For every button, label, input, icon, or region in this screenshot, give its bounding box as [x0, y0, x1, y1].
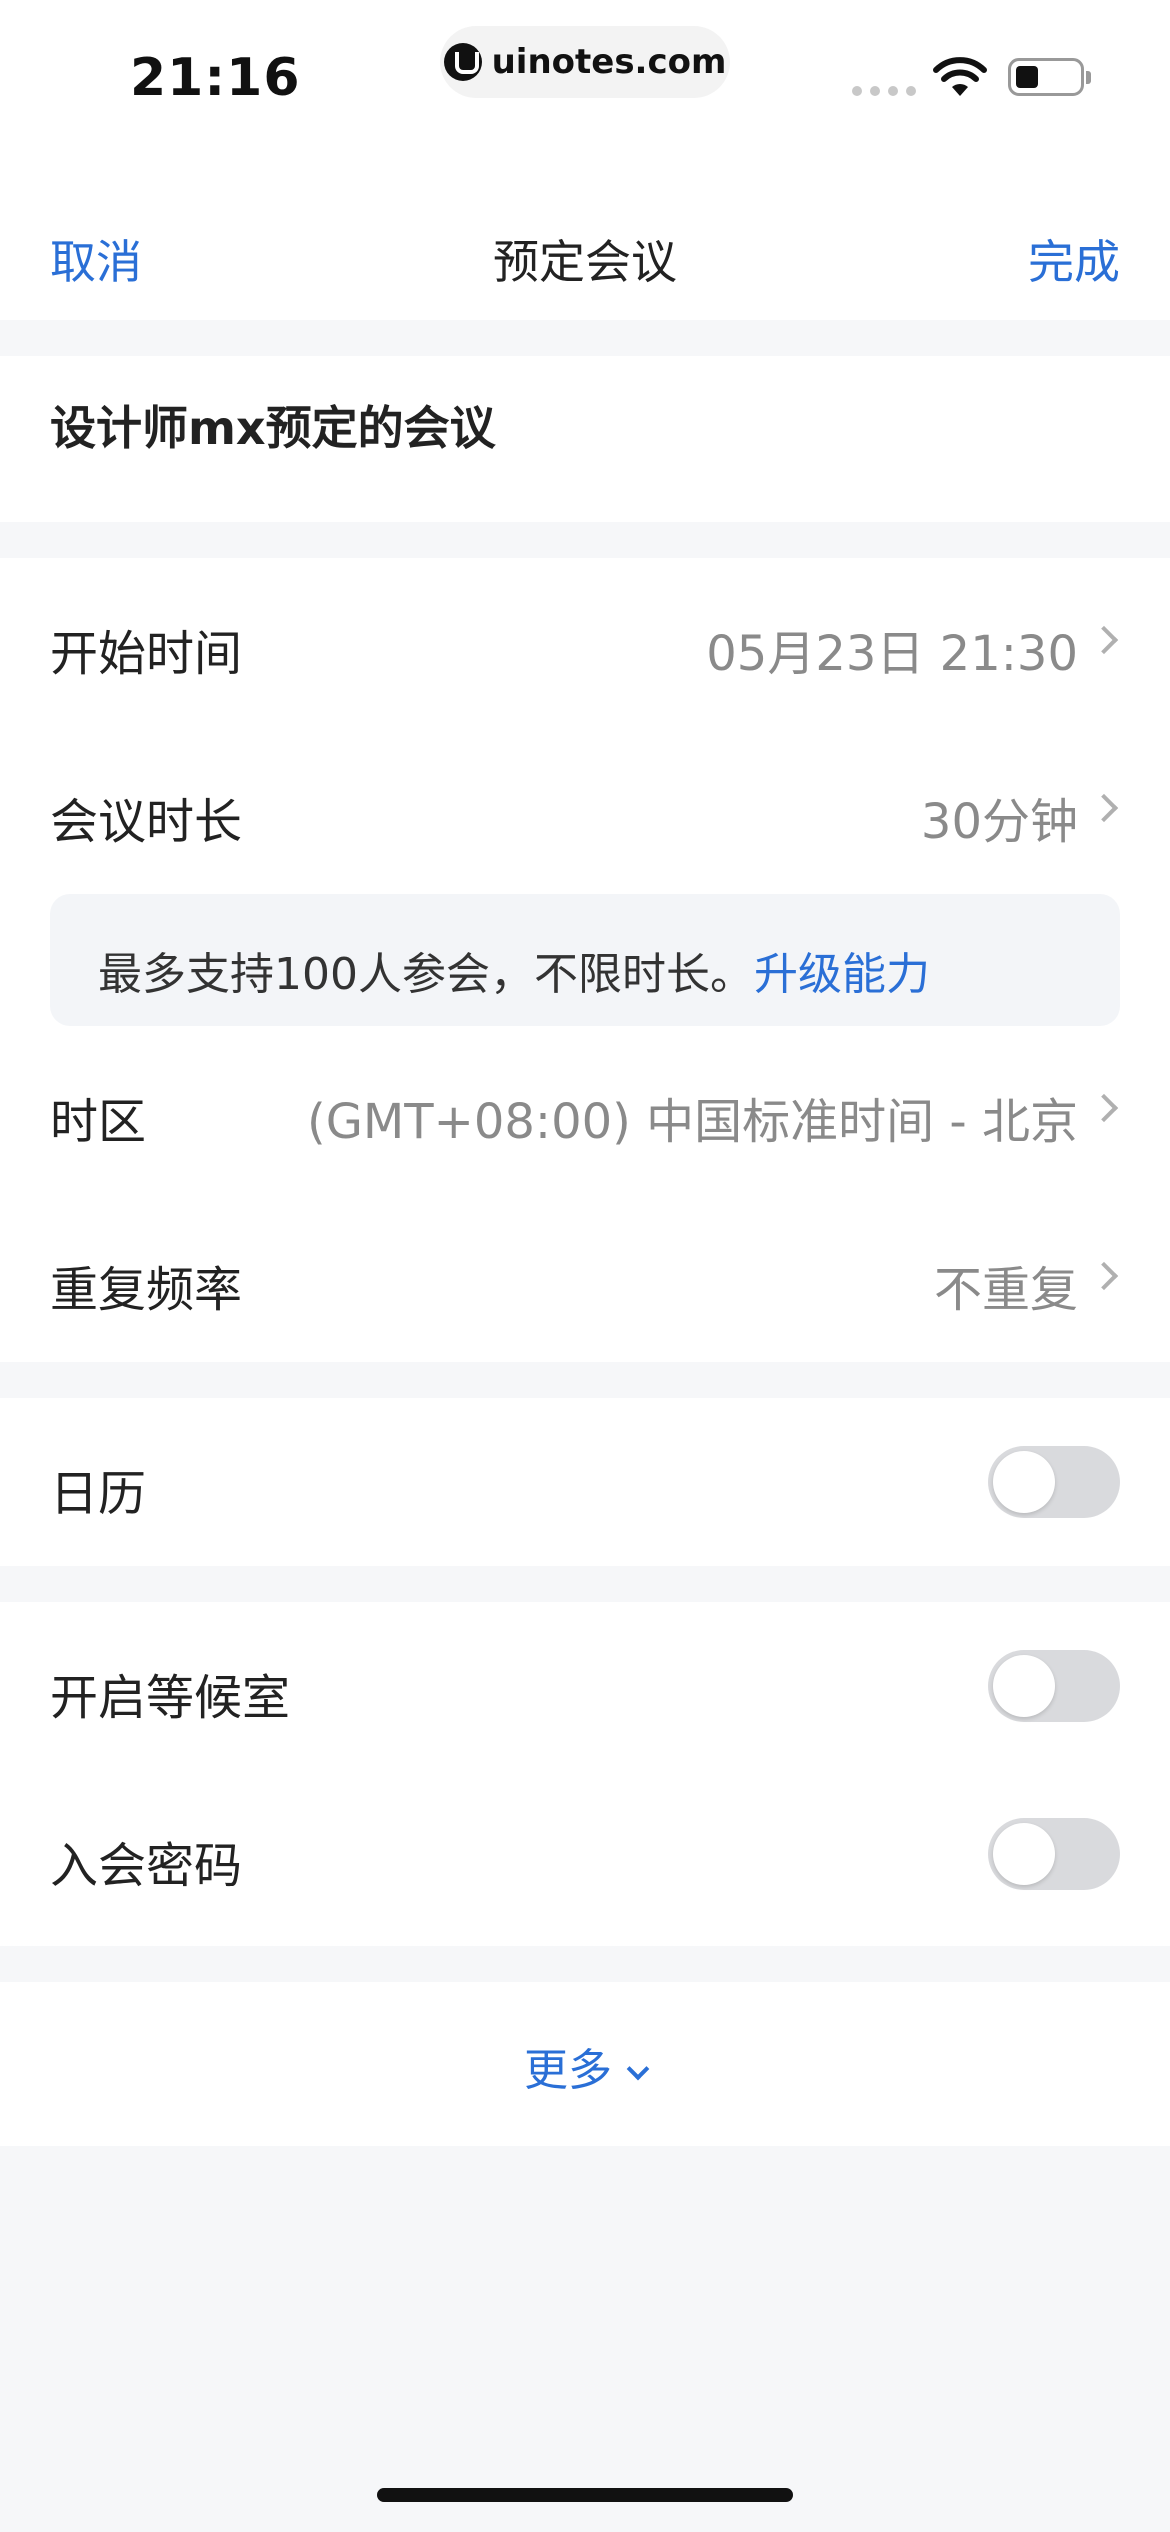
notice-box: 最多支持100人参会，不限时长。升级能力 — [50, 894, 1120, 1026]
meeting-title-input[interactable]: 设计师mx预定的会议 — [50, 392, 496, 458]
password-toggle[interactable] — [988, 1818, 1120, 1890]
repeat-row[interactable]: 重复频率 不重复 — [0, 1194, 1170, 1362]
home-indicator[interactable] — [377, 2488, 793, 2502]
duration-row[interactable]: 会议时长 30分钟 — [0, 726, 1170, 894]
more-label: 更多 — [524, 2045, 612, 2096]
repeat-value: 不重复 — [933, 1262, 1078, 1318]
site-logo-icon — [443, 43, 482, 81]
repeat-label: 重复频率 — [50, 1262, 243, 1318]
start-time-value: 05月23日 21:30 — [706, 626, 1078, 682]
timezone-value: (GMT+08:00) 中国标准时间 - 北京 — [306, 1094, 1078, 1150]
notice-message: 最多支持100人参会，不限时长。 — [98, 949, 754, 1000]
calendar-label: 日历 — [50, 1466, 147, 1522]
chevron-right-icon — [1089, 1093, 1119, 1123]
meeting-title-section: 设计师mx预定的会议 — [0, 356, 1170, 522]
waiting-room-toggle[interactable] — [988, 1650, 1120, 1722]
start-time-row[interactable]: 开始时间 05月23日 21:30 — [0, 558, 1170, 726]
calendar-toggle[interactable] — [988, 1446, 1120, 1518]
waiting-room-row: 开启等候室 — [0, 1602, 1170, 1770]
plan-notice: 最多支持100人参会，不限时长。升级能力 — [0, 894, 1170, 1026]
more-section: 更多 — [0, 1982, 1170, 2146]
chevron-right-icon — [1089, 1261, 1119, 1291]
chevron-down-icon — [626, 2057, 650, 2081]
password-row: 入会密码 — [0, 1770, 1170, 1938]
wifi-icon — [933, 57, 987, 96]
upgrade-link[interactable]: 升级能力 — [754, 949, 930, 1000]
waiting-room-label: 开启等候室 — [50, 1670, 291, 1726]
timezone-row[interactable]: 时区 (GMT+08:00) 中国标准时间 - 北京 — [0, 1026, 1170, 1194]
schedule-meeting-screen: 21:16 uinotes.com 取消 预定会议 完成 设计师mx预定的会议 … — [0, 0, 1170, 2532]
calendar-section: 日历 — [0, 1398, 1170, 1566]
timezone-label: 时区 — [50, 1094, 147, 1150]
security-section: 开启等候室 入会密码 — [0, 1602, 1170, 1946]
url-pill[interactable]: uinotes.com — [440, 26, 730, 98]
password-label: 入会密码 — [50, 1838, 243, 1894]
more-button[interactable]: 更多 — [0, 2034, 1170, 2098]
duration-label: 会议时长 — [50, 794, 243, 850]
chevron-right-icon — [1089, 625, 1119, 655]
battery-icon — [1008, 58, 1091, 96]
done-button[interactable]: 完成 — [1028, 226, 1120, 292]
duration-value: 30分钟 — [920, 794, 1078, 850]
status-bar: 21:16 uinotes.com — [0, 0, 1170, 150]
chevron-right-icon — [1089, 793, 1119, 823]
signal-icon — [852, 86, 916, 96]
url-text: uinotes.com — [491, 42, 727, 82]
start-time-label: 开始时间 — [50, 626, 243, 682]
calendar-row: 日历 — [0, 1398, 1170, 1566]
notice-text: 最多支持100人参会，不限时长。升级能力 — [98, 938, 930, 1002]
status-time: 21:16 — [130, 48, 301, 108]
schedule-section: 开始时间 05月23日 21:30 会议时长 30分钟 最多支持100人参会，不… — [0, 558, 1170, 1362]
nav-bar: 取消 预定会议 完成 — [0, 150, 1170, 320]
page-title: 预定会议 — [493, 235, 677, 289]
